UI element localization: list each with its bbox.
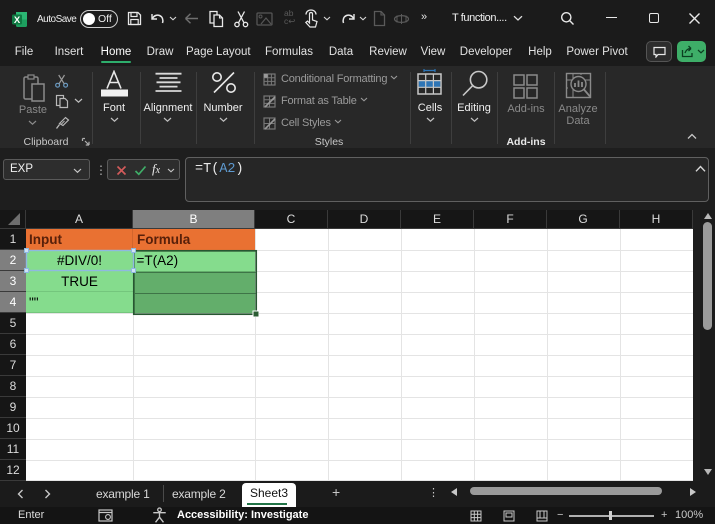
svg-text:X: X — [14, 15, 21, 26]
